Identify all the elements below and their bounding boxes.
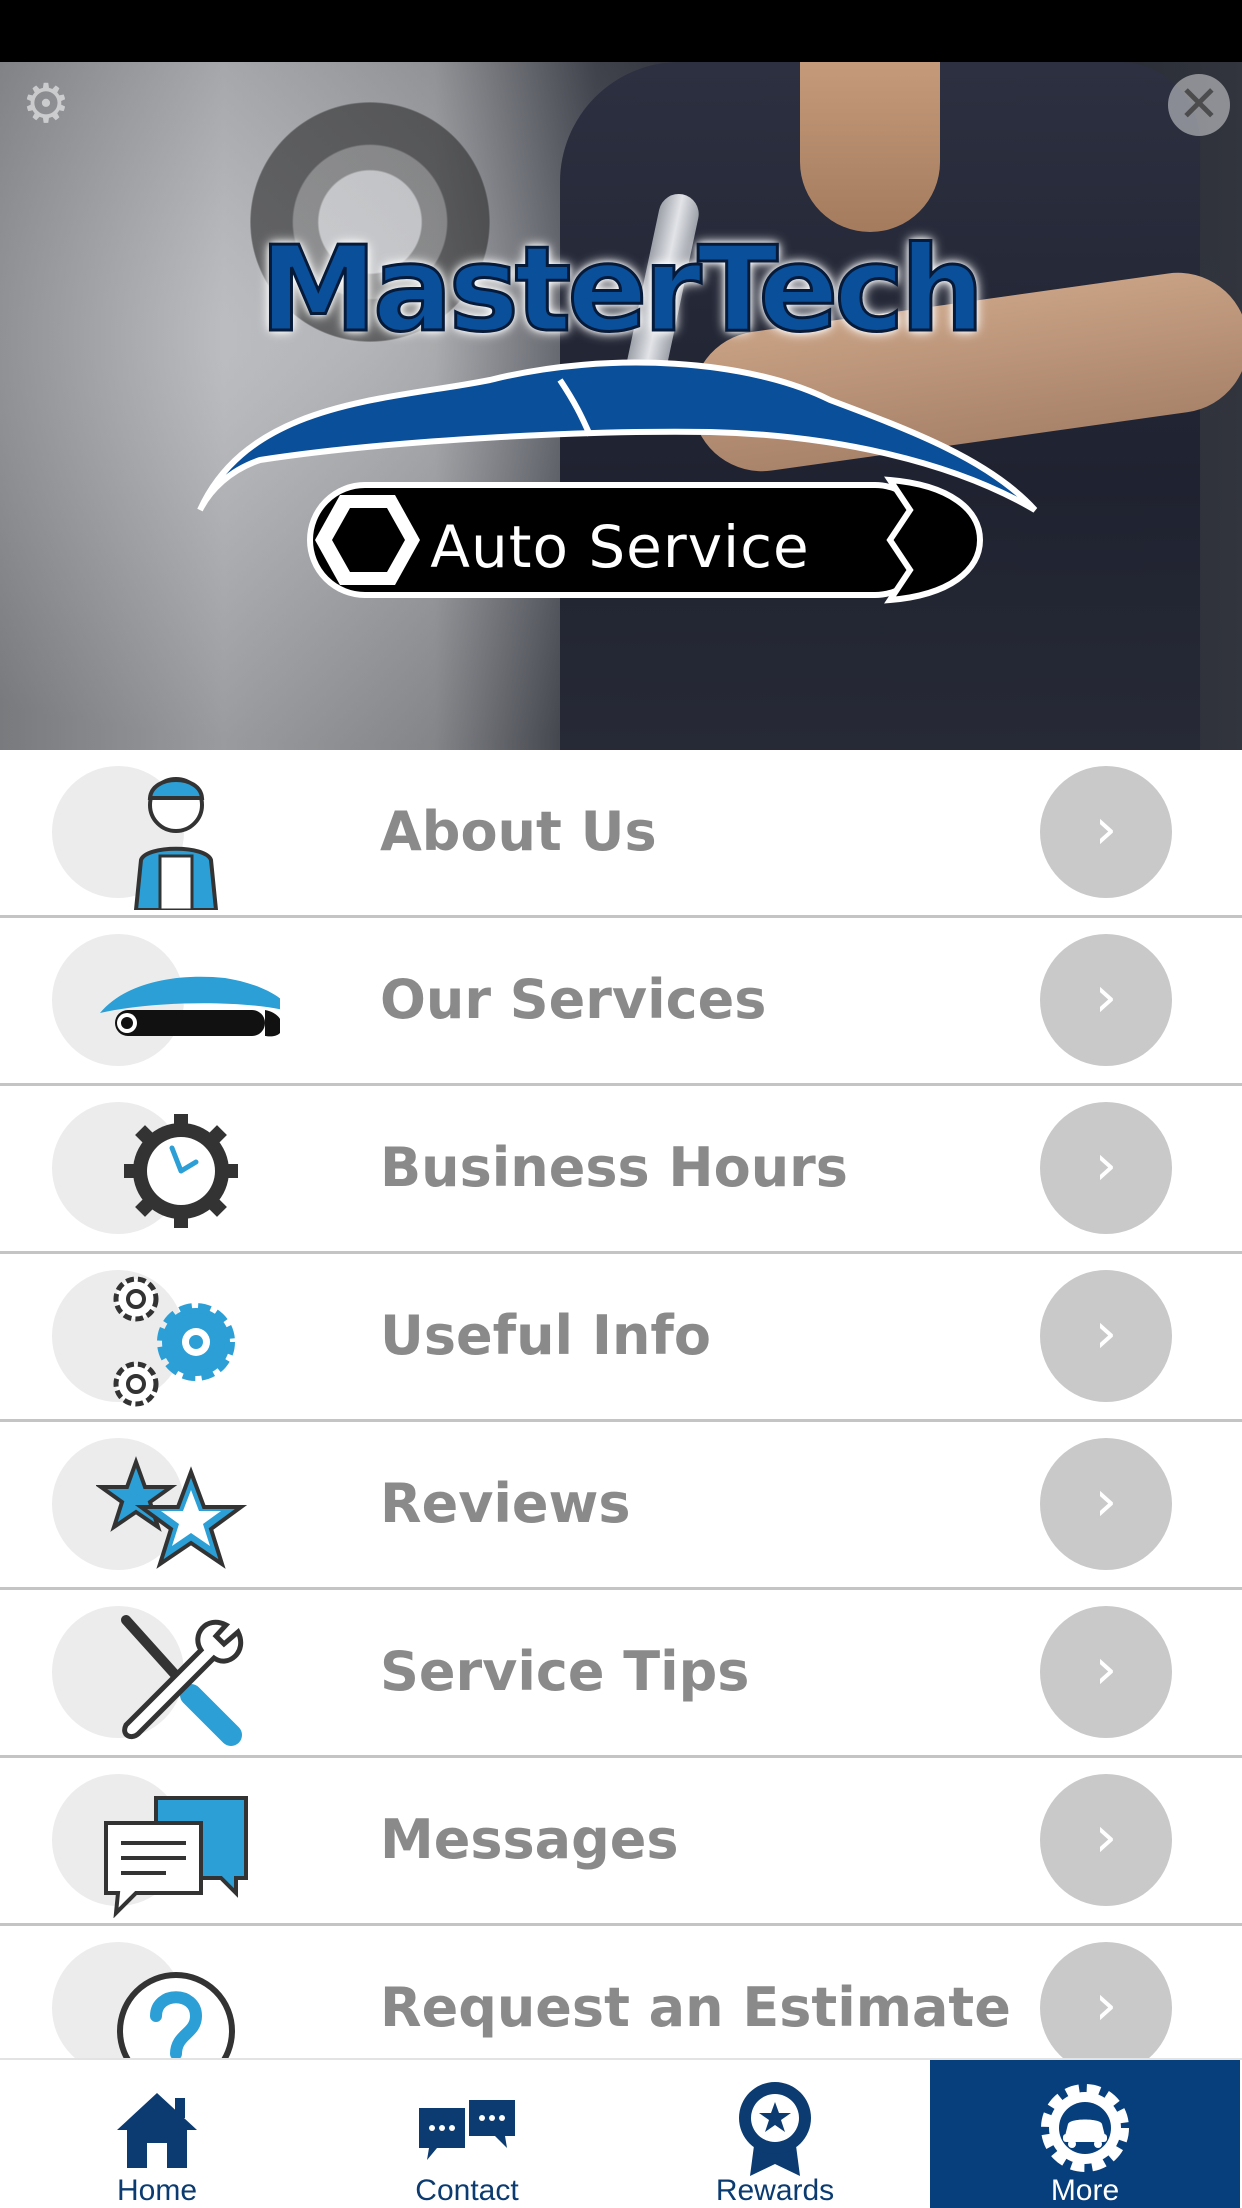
chevron-right-icon[interactable]: ›: [1040, 766, 1172, 898]
tab-rewards[interactable]: Rewards: [620, 2060, 930, 2208]
bottom-tab-bar: Home Contact Rewards More: [0, 2058, 1242, 2208]
chat-icon: [104, 1796, 248, 1918]
tab-label: Contact: [415, 2174, 519, 2207]
banner-mechanic-neck: [800, 62, 940, 232]
question-icon: [117, 1972, 235, 2058]
chevron-right-icon[interactable]: ›: [1040, 1606, 1172, 1738]
menu-item-our-services[interactable]: Our Services ›: [0, 918, 1242, 1086]
brand-logo: MasterTech Auto Service: [190, 219, 1050, 620]
logo-title: MasterTech: [258, 219, 986, 360]
menu-item-label: Our Services: [380, 968, 767, 1031]
menu-item-label: Useful Info: [380, 1304, 711, 1367]
menu-list: About Us › Our Services › Business Hours…: [0, 750, 1242, 2058]
tab-home[interactable]: Home: [2, 2060, 312, 2208]
car-gear-icon: [1041, 2084, 1129, 2172]
logo-subtitle: Auto Service: [430, 513, 810, 581]
car-logo-icon: [100, 976, 280, 1037]
chevron-right-icon[interactable]: ›: [1040, 1102, 1172, 1234]
menu-item-label: Messages: [380, 1808, 679, 1871]
chevron-right-icon[interactable]: ›: [1040, 1270, 1172, 1402]
gear-icon[interactable]: ⚙: [16, 74, 76, 134]
chevron-right-icon[interactable]: ›: [1040, 1774, 1172, 1906]
menu-item-useful-info[interactable]: Useful Info ›: [0, 1254, 1242, 1422]
menu-item-reviews[interactable]: Reviews ›: [0, 1422, 1242, 1590]
status-bar: [0, 0, 1242, 62]
tab-label: Home: [116, 2174, 198, 2207]
tab-more[interactable]: More: [930, 2060, 1240, 2208]
menu-item-about-us[interactable]: About Us ›: [0, 750, 1242, 918]
menu-item-service-tips[interactable]: Service Tips ›: [0, 1590, 1242, 1758]
stars-icon: [96, 1456, 248, 1569]
menu-item-label: Request an Estimate: [380, 1976, 1011, 2039]
gears-icon: [113, 1276, 235, 1407]
award-badge-icon: [739, 2082, 811, 2176]
menu-item-label: Reviews: [380, 1472, 631, 1535]
clock-gear-icon: [124, 1114, 238, 1228]
tab-contact[interactable]: Contact: [312, 2060, 622, 2208]
mechanic-icon: [133, 777, 219, 910]
chevron-right-icon[interactable]: ›: [1040, 1438, 1172, 1570]
close-icon[interactable]: ✕: [1168, 74, 1230, 136]
chat-bubbles-icon: [419, 2100, 515, 2160]
menu-item-request-estimate[interactable]: Request an Estimate ›: [0, 1926, 1242, 2058]
tab-label: More: [1050, 2174, 1120, 2207]
menu-item-label: Service Tips: [380, 1640, 750, 1703]
menu-item-business-hours[interactable]: Business Hours ›: [0, 1086, 1242, 1254]
tools-icon: [121, 1615, 244, 1746]
chevron-right-icon[interactable]: ›: [1040, 934, 1172, 1066]
home-icon: [117, 2093, 197, 2168]
menu-item-label: Business Hours: [380, 1136, 848, 1199]
tab-label: Rewards: [715, 2174, 835, 2207]
menu-item-label: About Us: [380, 800, 657, 863]
chevron-right-icon[interactable]: ›: [1040, 1942, 1172, 2058]
menu-item-messages[interactable]: Messages ›: [0, 1758, 1242, 1926]
